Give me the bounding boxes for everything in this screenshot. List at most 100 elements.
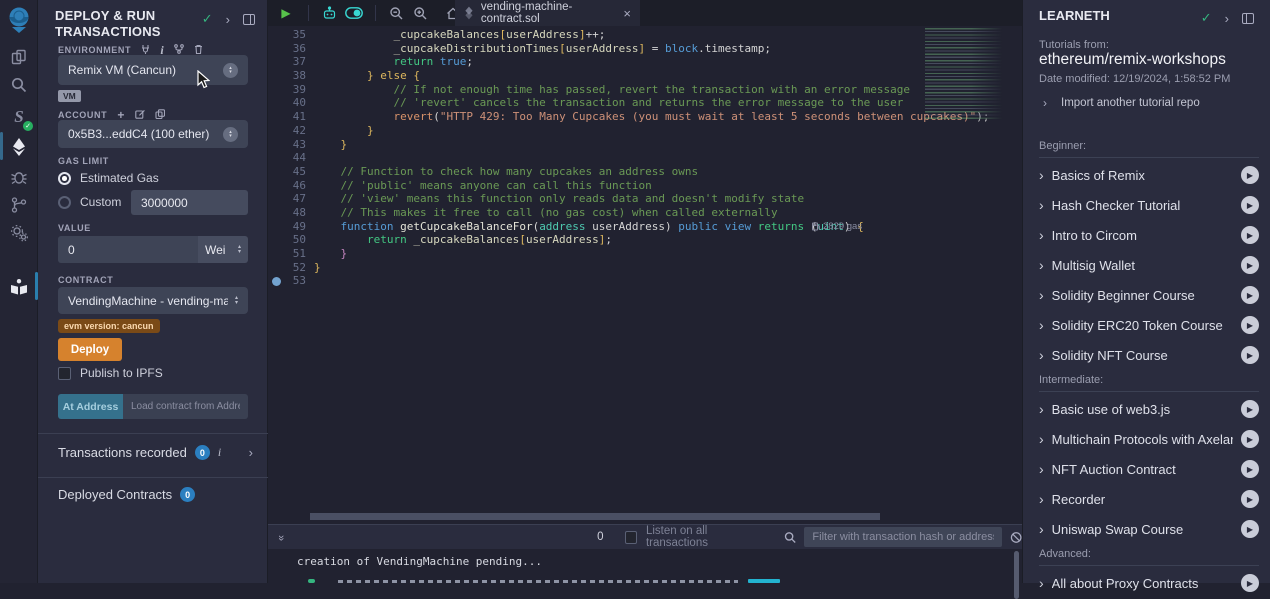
tutorial-item[interactable]: ›Intro to Circom▶	[1039, 220, 1259, 250]
collapse-terminal-icon[interactable]: »	[279, 531, 283, 543]
code-line[interactable]: 46 // 'public' means anyone can call thi…	[268, 179, 1022, 193]
deploy-button[interactable]: Deploy	[58, 338, 122, 361]
sidebar-item-solidity-compiler[interactable]: S ✓	[0, 101, 38, 133]
line-number[interactable]: 50	[268, 233, 306, 246]
play-tutorial-button[interactable]: ▶	[1241, 400, 1259, 418]
line-number[interactable]: 40	[268, 96, 306, 109]
trash-icon[interactable]	[194, 44, 203, 54]
line-number[interactable]: 42	[268, 124, 306, 137]
line-number[interactable]: 48	[268, 206, 306, 219]
code-line[interactable]: 47 // 'view' means this function only re…	[268, 192, 1022, 206]
tutorial-item[interactable]: ›Multichain Protocols with Axelar▶	[1039, 424, 1259, 454]
estimated-gas-radio[interactable]	[58, 172, 71, 185]
minimap[interactable]	[925, 28, 1009, 120]
line-number[interactable]: 51	[268, 247, 306, 260]
line-number[interactable]: 45	[268, 165, 306, 178]
at-address-button[interactable]: At Address	[58, 394, 123, 419]
plus-icon[interactable]: +	[117, 111, 125, 119]
play-tutorial-button[interactable]: ▶	[1241, 226, 1259, 244]
code-line[interactable]: 37 return true;	[268, 55, 1022, 69]
code-line[interactable]: 51 }	[268, 247, 1022, 261]
code-line[interactable]: 44	[268, 151, 1022, 165]
play-tutorial-button[interactable]: ▶	[1241, 430, 1259, 448]
code-line[interactable]: 40 // 'revert' cancels the transaction a…	[268, 96, 1022, 110]
listen-all-checkbox[interactable]	[625, 531, 637, 544]
play-tutorial-button[interactable]: ▶	[1241, 520, 1259, 538]
sidebar-item-search[interactable]	[0, 70, 38, 100]
play-tutorial-button[interactable]: ▶	[1241, 316, 1259, 334]
contract-select[interactable]: VendingMachine - vending-machin ▴▾	[58, 287, 248, 314]
play-tutorial-button[interactable]: ▶	[1241, 166, 1259, 184]
tutorial-item[interactable]: ›Hash Checker Tutorial▶	[1039, 190, 1259, 220]
custom-gas-input[interactable]	[131, 190, 248, 215]
ai-assistant-toggle[interactable]	[317, 0, 341, 26]
play-tutorial-button[interactable]: ▶	[1241, 346, 1259, 364]
line-number[interactable]: 41	[268, 110, 306, 123]
code-line[interactable]: 39 // If not enough time has passed, rev…	[268, 83, 1022, 97]
code-line[interactable]: 45 // Function to check how many cupcake…	[268, 165, 1022, 179]
line-number[interactable]: 44	[268, 151, 306, 164]
value-input[interactable]	[58, 236, 198, 263]
environment-select[interactable]: Remix VM (Cancun) ▴▾	[58, 55, 248, 85]
clear-terminal-icon[interactable]	[1010, 531, 1022, 544]
line-number[interactable]: 46	[268, 179, 306, 192]
chevron-right-icon[interactable]: ›	[249, 445, 253, 460]
terminal-scrollbar[interactable]	[1014, 551, 1019, 599]
tutorial-item[interactable]: ›Solidity Beginner Course▶	[1039, 280, 1259, 310]
sidebar-item-git[interactable]	[0, 190, 38, 220]
tutorial-item[interactable]: ›All about Proxy Contracts▶	[1039, 568, 1259, 598]
code-editor[interactable]: 35 _cupcakeBalances[userAddress]++;36 _c…	[268, 28, 1022, 288]
code-line[interactable]: 35 _cupcakeBalances[userAddress]++;	[268, 28, 1022, 42]
play-tutorial-button[interactable]: ▶	[1241, 490, 1259, 508]
copy-icon[interactable]	[155, 109, 165, 119]
code-line[interactable]: 43 }	[268, 138, 1022, 152]
custom-gas-radio[interactable]	[58, 196, 71, 209]
close-tab-icon[interactable]: ×	[623, 6, 631, 21]
tutorial-item[interactable]: ›Multisig Wallet▶	[1039, 250, 1259, 280]
code-line[interactable]: 48 // This makes it free to call (no gas…	[268, 206, 1022, 220]
zoom-out-button[interactable]	[384, 0, 408, 26]
edit-icon[interactable]	[135, 109, 145, 119]
line-number[interactable]: 37	[268, 55, 306, 68]
tutorial-item[interactable]: ›Recorder▶	[1039, 484, 1259, 514]
pin-panel-icon[interactable]	[243, 14, 255, 25]
info-icon[interactable]: i	[218, 445, 221, 460]
value-unit-select[interactable]: Wei ▴▾	[198, 236, 248, 263]
publish-ipfs-checkbox[interactable]	[58, 367, 71, 380]
code-line[interactable]: 50 return _cupcakeBalances[userAddress];	[268, 233, 1022, 247]
sidebar-item-plugin-manager[interactable]	[0, 218, 38, 248]
code-line[interactable]: 49 function getCupcakeBalanceFor(address…	[268, 220, 1022, 234]
line-number[interactable]: 47	[268, 192, 306, 205]
tutorial-item[interactable]: ›Basics of Remix▶	[1039, 160, 1259, 190]
line-number[interactable]: 49	[268, 220, 306, 233]
tutorial-item[interactable]: ›Uniswap Swap Course▶	[1039, 514, 1259, 544]
play-tutorial-button[interactable]: ▶	[1241, 286, 1259, 304]
pin-panel-icon[interactable]	[1242, 13, 1254, 24]
import-tutorial-repo[interactable]: › Import another tutorial repo	[1043, 96, 1200, 110]
copilot-toggle[interactable]	[341, 0, 367, 26]
zoom-in-button[interactable]	[408, 0, 432, 26]
at-address-input[interactable]	[123, 394, 248, 419]
line-number[interactable]: 43	[268, 138, 306, 151]
run-script-button[interactable]: ▶	[272, 0, 300, 26]
file-tab-active[interactable]: vending-machine-contract.sol ×	[455, 0, 640, 26]
play-tutorial-button[interactable]: ▶	[1241, 196, 1259, 214]
terminal-filter-input[interactable]	[804, 527, 1001, 547]
line-number[interactable]: 36	[268, 42, 306, 55]
code-line[interactable]: 38 } else {	[268, 69, 1022, 83]
account-select[interactable]: 0x5B3...eddC4 (100 ether) ▴▾	[58, 120, 248, 148]
play-tutorial-button[interactable]: ▶	[1241, 460, 1259, 478]
horizontal-scrollbar[interactable]	[310, 513, 880, 520]
code-line[interactable]: 52}	[268, 261, 1022, 275]
deployed-contracts-row[interactable]: Deployed Contracts 0	[58, 487, 195, 502]
tutorial-item[interactable]: ›Solidity ERC20 Token Course▶	[1039, 310, 1259, 340]
transactions-recorded-row[interactable]: Transactions recorded 0 i ›	[58, 445, 253, 460]
sidebar-item-debugger[interactable]	[0, 162, 38, 192]
chevron-right-icon[interactable]: ›	[226, 12, 230, 27]
code-line[interactable]: 53	[268, 274, 1022, 288]
code-line[interactable]: 36 _cupcakeDistributionTimes[userAddress…	[268, 42, 1022, 56]
line-number[interactable]: 52	[268, 261, 306, 274]
chevron-right-icon[interactable]: ›	[1225, 11, 1229, 26]
play-tutorial-button[interactable]: ▶	[1241, 256, 1259, 274]
line-number[interactable]: 39	[268, 83, 306, 96]
